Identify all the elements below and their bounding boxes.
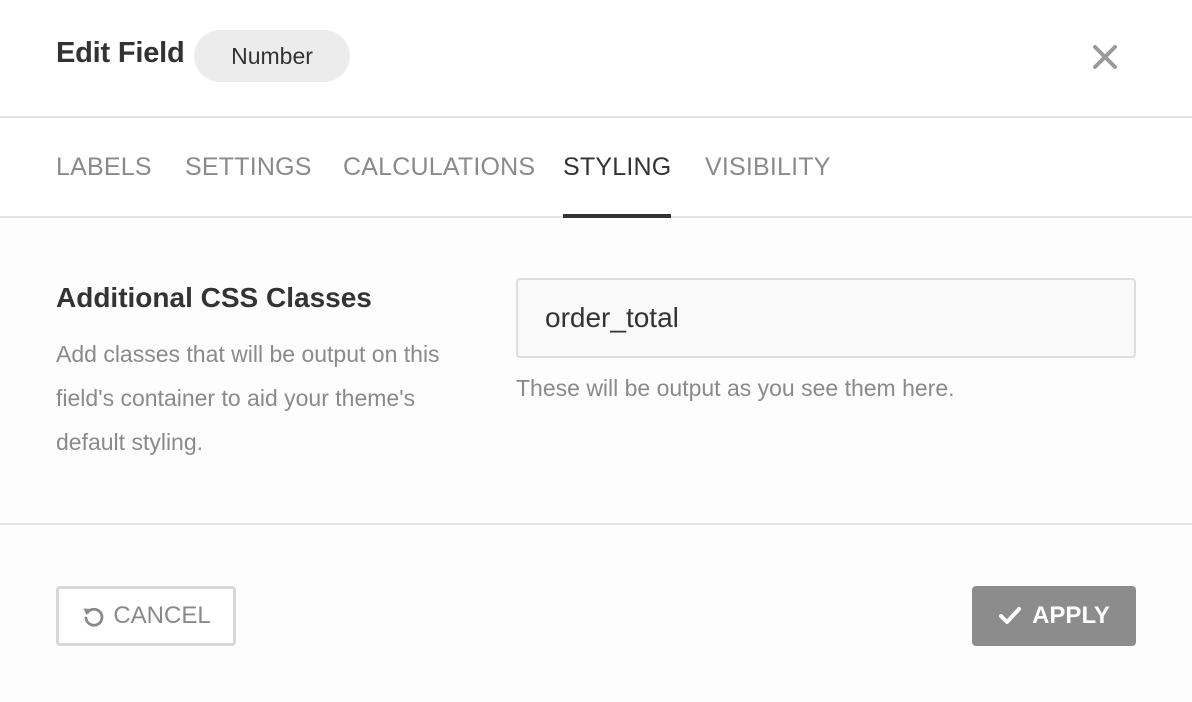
css-classes-input[interactable] xyxy=(516,278,1136,358)
tab-bar: LABELS SETTINGS CALCULATIONS STYLING VIS… xyxy=(0,118,1192,218)
tab-calculations[interactable]: CALCULATIONS xyxy=(343,118,535,216)
close-icon[interactable] xyxy=(1088,40,1122,74)
field-type-badge: Number xyxy=(194,30,350,82)
modal-title: Edit Field xyxy=(56,37,185,69)
tab-styling[interactable]: STYLING xyxy=(563,118,672,218)
tab-settings[interactable]: SETTINGS xyxy=(185,118,312,216)
apply-button[interactable]: APPLY xyxy=(972,586,1136,646)
apply-button-label: APPLY xyxy=(1032,602,1110,629)
styling-panel: Additional CSS Classes Add classes that … xyxy=(0,218,1192,525)
css-classes-description: Add classes that will be output on this … xyxy=(56,341,440,455)
tab-labels[interactable]: LABELS xyxy=(56,118,152,216)
cancel-button[interactable]: CANCEL xyxy=(56,586,236,646)
undo-icon xyxy=(81,604,105,628)
css-classes-help-text: These will be output as you see them her… xyxy=(516,375,955,401)
checkmark-icon xyxy=(998,606,1022,626)
tab-visibility[interactable]: VISIBILITY xyxy=(705,118,831,216)
edit-field-modal: Edit Field Number LABELS SETTINGS CALCUL… xyxy=(0,0,1192,702)
cancel-button-label: CANCEL xyxy=(113,602,211,629)
modal-header: Edit Field Number xyxy=(0,0,1192,118)
css-classes-label: Additional CSS Classes xyxy=(56,282,372,313)
